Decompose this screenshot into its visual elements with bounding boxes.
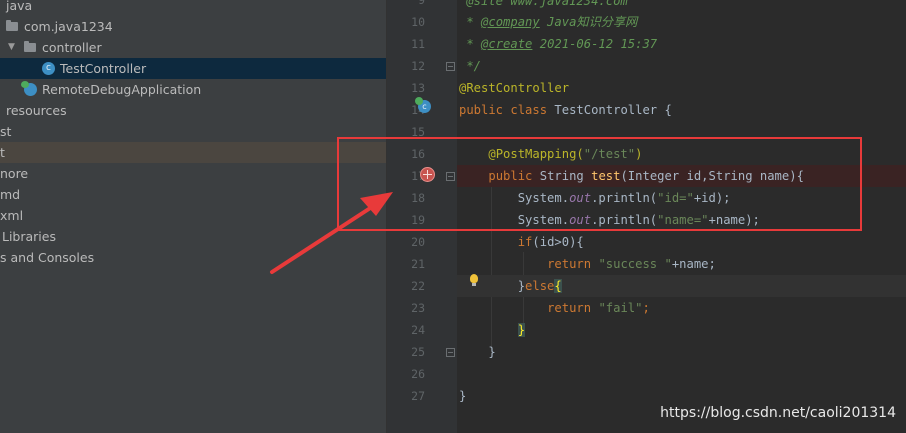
watermark-text: https://blog.csdn.net/caoli201314 xyxy=(660,405,896,421)
arrow-annotation xyxy=(270,192,393,274)
